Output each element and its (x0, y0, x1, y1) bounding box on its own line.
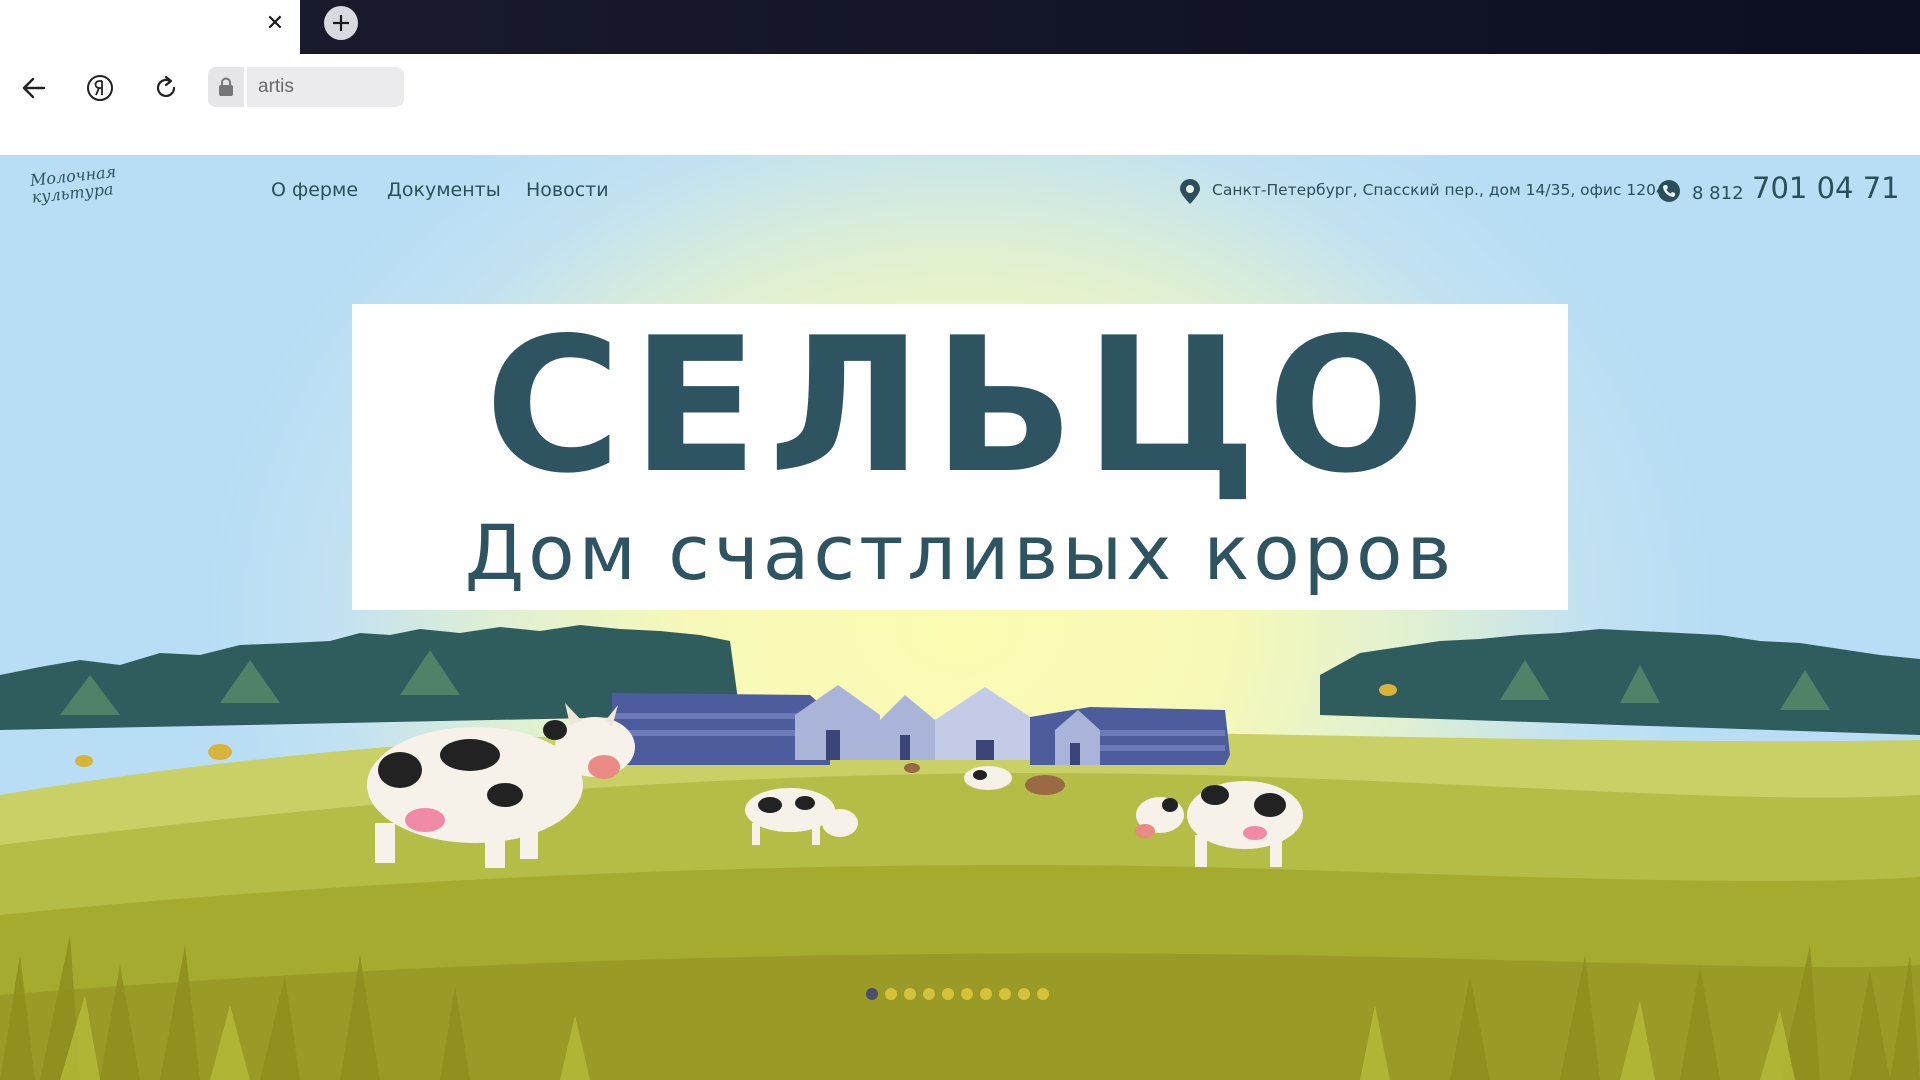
browser-tab[interactable]: ✕ (0, 0, 300, 54)
slider-dot[interactable] (885, 988, 897, 1000)
slider-dot[interactable] (942, 988, 954, 1000)
nav-item-about[interactable]: О ферме (271, 179, 358, 201)
location-pin-icon (1180, 179, 1200, 204)
nav-item-documents[interactable]: Документы (387, 179, 501, 201)
new-tab-button[interactable] (324, 6, 358, 40)
site-info-button[interactable] (208, 67, 244, 107)
hero-subtitle: Дом счастливых коров (464, 508, 1456, 597)
slider-dot[interactable] (999, 988, 1011, 1000)
lock-icon (219, 77, 233, 96)
hero-section: Молочная культура О ферме Документы Ново… (0, 155, 1920, 1080)
slider-dot[interactable] (866, 988, 878, 1000)
slider-dot[interactable] (980, 988, 992, 1000)
farm-buildings (612, 685, 1230, 765)
slider-dot[interactable] (961, 988, 973, 1000)
slider-dot[interactable] (904, 988, 916, 1000)
slider-dot[interactable] (1037, 988, 1049, 1000)
slider-dot[interactable] (923, 988, 935, 1000)
hero-title-box: СЕЛЬЦО Дом счастливых коров (352, 304, 1568, 610)
yandex-button[interactable] (80, 68, 120, 108)
phone-icon (1658, 180, 1680, 202)
site-logo[interactable]: Молочная культура (29, 162, 127, 231)
yandex-icon (87, 75, 113, 101)
phone-number[interactable]: 701 04 71 (1752, 171, 1900, 205)
browser-toolbar: artis (0, 54, 1920, 155)
tab-bar: ✕ (0, 0, 1920, 54)
slider-dot[interactable] (1018, 988, 1030, 1000)
close-icon[interactable]: ✕ (262, 11, 288, 37)
back-button[interactable] (14, 68, 54, 108)
plus-icon (333, 15, 349, 31)
reload-button[interactable] (146, 68, 186, 108)
farm-landscape-illustration (0, 625, 1920, 1080)
phone-area-code[interactable]: 8 812 (1692, 183, 1744, 204)
reload-icon (156, 75, 176, 97)
office-address: Санкт-Петербург, Спасский пер., дом 14/3… (1212, 181, 1666, 199)
hero-title: СЕЛЬЦО (484, 297, 1436, 514)
arrow-left-icon (22, 77, 46, 99)
address-bar[interactable]: artis (247, 67, 404, 107)
nav-item-news[interactable]: Новости (526, 179, 609, 201)
